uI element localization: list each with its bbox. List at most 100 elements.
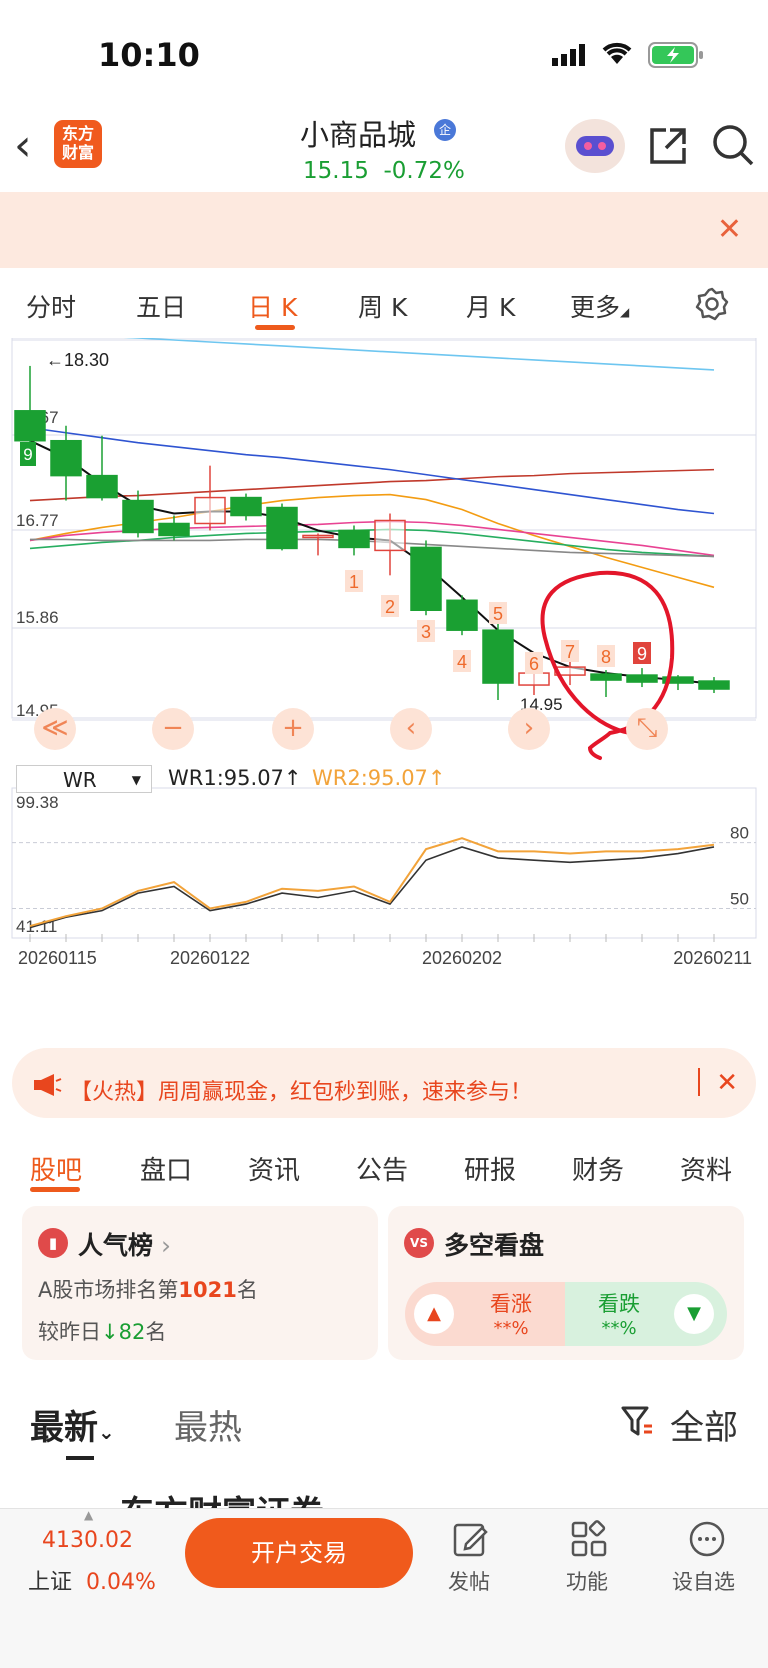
- search-icon[interactable]: [710, 122, 756, 172]
- countdown-label: 7: [565, 642, 575, 662]
- functions-label[interactable]: 功能: [566, 1566, 608, 1596]
- battery-icon: [648, 42, 706, 72]
- candle-body: [86, 474, 118, 499]
- candle-body: [446, 599, 478, 631]
- filter-icon[interactable]: [620, 1404, 654, 1442]
- left-marker: 9: [23, 445, 32, 464]
- wifi-icon: [600, 40, 634, 70]
- tab-five-day[interactable]: 五日: [136, 288, 186, 324]
- fullscreen-icon[interactable]: ⤡: [626, 708, 668, 750]
- index-change: 0.04%: [86, 1570, 156, 1595]
- index-value[interactable]: 4130.02: [42, 1528, 133, 1553]
- rank-change-prefix: 较昨日: [38, 1320, 101, 1344]
- candle-body: [50, 439, 82, 477]
- scroll-left-button[interactable]: ‹: [390, 708, 432, 750]
- promo-banner[interactable]: [0, 192, 768, 268]
- wr2-line: [29, 837, 715, 928]
- index-name: 上证: [28, 1570, 73, 1595]
- x-axis-label: 20260122: [170, 948, 250, 968]
- candle-body: [590, 673, 622, 681]
- rank-value: 1021: [178, 1278, 237, 1302]
- countdown-label: 3: [421, 622, 431, 642]
- tab-more[interactable]: 更多◢: [570, 288, 629, 324]
- tab-announcements[interactable]: 公告: [356, 1150, 408, 1187]
- max-price-marker: ←18.30: [46, 350, 109, 370]
- apps-icon[interactable]: [570, 1520, 608, 1567]
- price-axis-label: 18.58: [16, 338, 59, 342]
- tab-profile[interactable]: 资料: [680, 1150, 732, 1187]
- edit-icon[interactable]: [452, 1520, 490, 1567]
- sort-hottest[interactable]: 最热: [174, 1400, 242, 1449]
- wr1-line: [29, 846, 715, 929]
- settings-icon[interactable]: [694, 286, 730, 326]
- bull-label-text: 看涨: [490, 1292, 532, 1316]
- wr2-label: WR2:95.07: [312, 766, 428, 790]
- popularity-icon: ▮: [38, 1228, 68, 1258]
- tab-monthly-k[interactable]: 月 K: [466, 288, 515, 324]
- tab-intraday[interactable]: 分时: [26, 288, 76, 324]
- moving-average-line: [29, 468, 715, 502]
- rank-prefix: A股市场排名第: [38, 1278, 179, 1302]
- tab-forum[interactable]: 股吧: [30, 1150, 82, 1187]
- scroll-right-button[interactable]: ›: [508, 708, 550, 750]
- price-row: 15.15 -0.72%: [303, 158, 465, 184]
- tab-weekly-k[interactable]: 周 K: [358, 288, 407, 324]
- bull-bear-title: 多空看盘: [444, 1231, 545, 1260]
- back-button[interactable]: ‹: [14, 120, 32, 171]
- share-icon[interactable]: [646, 124, 690, 172]
- rank-suffix: 名: [236, 1278, 258, 1302]
- status-time: 10:10: [98, 36, 200, 74]
- assistant-avatar-icon[interactable]: [564, 118, 626, 178]
- indicator-axis-label: 99.38: [16, 793, 59, 812]
- hot-banner-text: 【火热】周周赢现金，红包秒到账，速来参与！: [70, 1080, 533, 1105]
- arrow-down-icon: ↓: [101, 1320, 119, 1344]
- close-icon[interactable]: ✕: [716, 1068, 738, 1098]
- close-icon[interactable]: ✕: [717, 212, 742, 247]
- countdown-label: 4: [457, 652, 467, 672]
- countdown-label: 1: [349, 572, 359, 592]
- signal-icon: [552, 44, 588, 70]
- indicator-select[interactable]: WR ▼: [16, 765, 152, 793]
- candle-body: [302, 534, 334, 539]
- tab-daily-k[interactable]: 日 K: [248, 288, 297, 324]
- zoom-out-button[interactable]: −: [152, 708, 194, 750]
- tab-news[interactable]: 资讯: [248, 1150, 300, 1187]
- market-rank: A股市场排名第1021名: [38, 1274, 258, 1304]
- candle-body: [194, 496, 226, 525]
- x-axis-label: 20260202: [422, 948, 502, 968]
- filter-label[interactable]: 全部: [670, 1400, 738, 1449]
- tab-financials[interactable]: 财务: [572, 1150, 624, 1187]
- post-label[interactable]: 发帖: [448, 1566, 490, 1596]
- sort-latest[interactable]: 最新⌄: [30, 1400, 115, 1449]
- candlestick-chart[interactable]: 18.5817.6716.7715.8614.951234567899←18.3…: [0, 338, 768, 1038]
- popularity-title-text: 人气榜: [78, 1231, 154, 1260]
- indicator-axis-label: 80: [730, 824, 749, 843]
- tab-order-book[interactable]: 盘口: [140, 1150, 192, 1187]
- bull-label: 看涨 **%: [490, 1288, 532, 1339]
- bear-label: 看跌 **%: [598, 1288, 640, 1339]
- megaphone-icon: [32, 1072, 62, 1102]
- candle-body: [374, 519, 406, 552]
- sort-latest-label: 最新: [30, 1408, 98, 1448]
- index-row[interactable]: 上证 0.04%: [28, 1564, 156, 1596]
- post-preview-title[interactable]: 东方财富证券: [120, 1486, 324, 1508]
- tab-research[interactable]: 研报: [464, 1150, 516, 1187]
- zoom-in-button[interactable]: +: [272, 708, 314, 750]
- candle-body: [158, 522, 190, 537]
- wr1-label: WR1:95.07: [168, 766, 284, 790]
- indicator-plot-frame: [11, 787, 757, 939]
- more-icon[interactable]: [688, 1520, 726, 1567]
- open-account-button[interactable]: 开户交易: [185, 1518, 413, 1588]
- jump-start-button[interactable]: ≪: [34, 708, 76, 750]
- vs-icon: VS: [404, 1228, 434, 1258]
- indicator-axis-label: 50: [730, 889, 749, 908]
- watchlist-label[interactable]: 设自选: [672, 1566, 735, 1596]
- candle-body: [14, 410, 46, 442]
- popularity-title: 人气榜 ›: [78, 1231, 171, 1260]
- triangle-down-icon: ▼: [674, 1294, 714, 1334]
- countdown-label: 9: [637, 644, 647, 664]
- countdown-label: 2: [385, 597, 395, 617]
- x-axis-label: 20260115: [18, 948, 97, 968]
- moving-average-line: [123, 338, 715, 371]
- candle-body: [698, 680, 730, 690]
